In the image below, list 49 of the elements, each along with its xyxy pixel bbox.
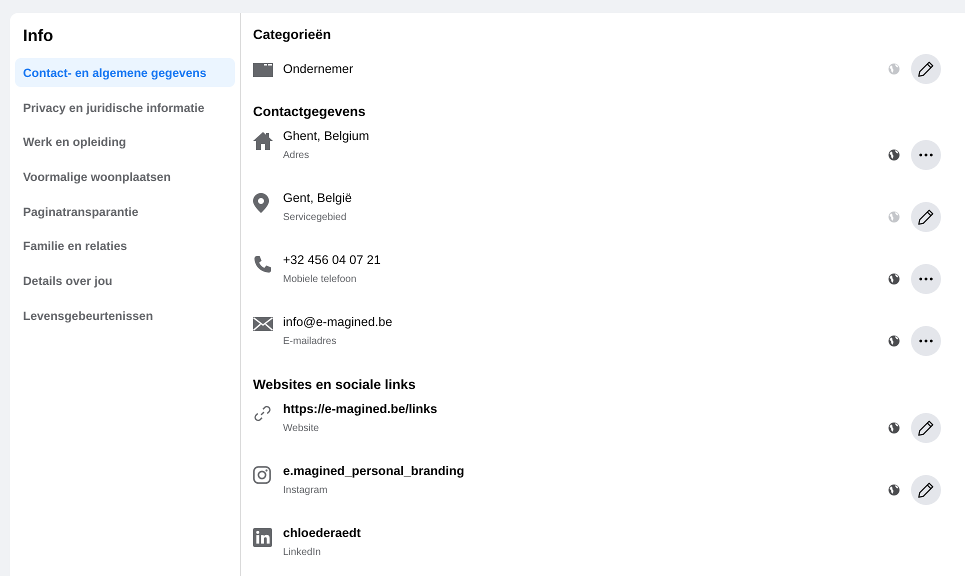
link-icon — [253, 404, 272, 423]
instagram-icon — [253, 466, 271, 484]
house-icon — [253, 131, 273, 151]
pencil-icon — [917, 60, 935, 78]
sidebar-item[interactable]: Familie en relaties — [15, 231, 235, 260]
pencil-icon — [917, 208, 935, 226]
more-icon — [919, 339, 933, 343]
item-value: Ghent, Belgium — [283, 129, 370, 143]
item-label: E-mailadres — [283, 336, 338, 347]
more-icon — [919, 153, 933, 157]
section-heading: Categorieën — [253, 27, 332, 42]
folder-icon — [253, 61, 273, 77]
edit-button[interactable] — [911, 475, 941, 505]
envelope-icon — [253, 317, 273, 331]
item-value: info@e-magined.be — [283, 315, 394, 329]
item-value: https://e-magined.be/links — [283, 402, 438, 416]
item-label: LinkedIn — [283, 547, 322, 558]
edit-button[interactable] — [911, 413, 941, 443]
edit-button[interactable] — [911, 54, 941, 84]
more-button[interactable] — [911, 264, 941, 294]
item-label: Servicegebied — [283, 212, 348, 223]
item-value: e.magined_personal_branding — [283, 464, 466, 478]
item-value: Gent, België — [283, 191, 353, 205]
section-heading: Websites en sociale links — [253, 377, 417, 392]
item-label: Website — [283, 423, 320, 434]
sidebar-item[interactable]: Voormalige woonplaatsen — [15, 162, 235, 192]
more-button[interactable] — [911, 140, 941, 170]
item-label: Adres — [283, 150, 310, 161]
sidebar-title: Info — [22, 26, 54, 47]
pencil-icon — [917, 419, 935, 437]
item-value: chloederaedt — [283, 526, 362, 540]
edit-button[interactable] — [911, 202, 941, 232]
sidebar-item[interactable]: Werk en opleiding — [15, 127, 235, 156]
section-heading: Contactgegevens — [253, 104, 367, 119]
item-value: Ondernemer — [283, 62, 354, 76]
item-value: +32 456 04 07 21 — [283, 253, 382, 267]
sidebar-item[interactable]: Paginatransparantie — [15, 196, 235, 226]
item-label: Instagram — [283, 485, 328, 496]
sidebar-item[interactable]: Levensgebeurtenissen — [15, 300, 235, 330]
sidebar-item[interactable]: Details over jou — [15, 266, 235, 296]
pencil-icon — [917, 481, 935, 499]
phone-icon — [253, 255, 272, 274]
more-button[interactable] — [911, 326, 941, 356]
more-icon — [919, 277, 933, 281]
sidebar-item[interactable]: Contact- en algemene gegevens — [15, 58, 235, 87]
linkedin-icon — [253, 528, 272, 547]
location-pin-icon — [253, 193, 269, 213]
sidebar-item[interactable]: Privacy en juridische informatie — [15, 92, 235, 122]
item-label: Mobiele telefoon — [283, 274, 358, 285]
